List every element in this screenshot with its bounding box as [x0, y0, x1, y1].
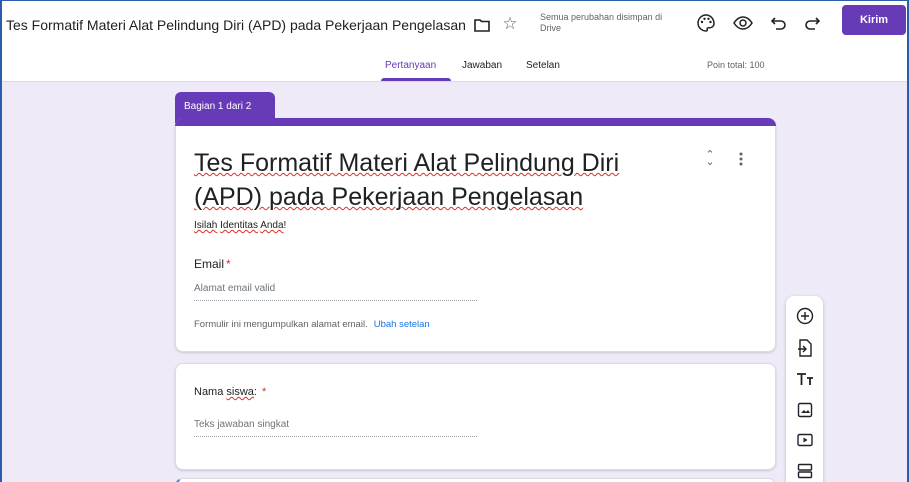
- add-title-icon[interactable]: [795, 369, 814, 388]
- folder-icon[interactable]: [473, 17, 491, 33]
- add-section-icon[interactable]: [795, 461, 814, 480]
- redo-icon[interactable]: [801, 12, 823, 34]
- tab-settings[interactable]: Setelan: [526, 60, 560, 71]
- tab-questions[interactable]: Pertanyaan: [385, 60, 436, 71]
- title-card-accent: [175, 118, 776, 126]
- email-field[interactable]: Alamat email valid: [194, 283, 477, 301]
- save-status: Semua perubahan disimpan di Drive: [540, 12, 663, 33]
- change-settings-link[interactable]: Ubah setelan: [374, 319, 430, 330]
- question-word: siswa: [226, 386, 254, 398]
- question-title[interactable]: Nama siswa: *: [194, 386, 266, 398]
- required-mark: *: [226, 257, 231, 271]
- email-note-text: Formulir ini mengumpulkan alamat email.: [194, 319, 368, 330]
- short-answer-field[interactable]: Teks jawaban singkat: [194, 419, 477, 437]
- question-word: :: [253, 386, 257, 398]
- add-video-icon[interactable]: [795, 430, 814, 449]
- tab-answers[interactable]: Jawaban: [462, 60, 502, 71]
- star-icon[interactable]: ☆: [500, 14, 520, 34]
- desc-word: !: [283, 220, 287, 231]
- form-tabs: Pertanyaan Jawaban Setelan Poin total: 1…: [0, 60, 909, 82]
- add-question-icon[interactable]: [795, 306, 814, 325]
- tab-active-indicator: [381, 78, 451, 81]
- floating-toolbar: [786, 296, 823, 482]
- app-header: Tes Formatif Materi Alat Pelindung Diri …: [0, 0, 909, 82]
- add-image-icon[interactable]: [795, 400, 814, 419]
- email-collection-note: Formulir ini mengumpulkan alamat email. U…: [194, 319, 430, 330]
- form-title-card[interactable]: Tes Formatif Materi Alat Pelindung Diri …: [175, 118, 776, 352]
- question-word: Nama: [194, 386, 224, 398]
- desc-word: Isilah: [194, 220, 218, 231]
- palette-icon[interactable]: [695, 12, 717, 34]
- required-mark: *: [262, 386, 267, 398]
- undo-icon[interactable]: [768, 12, 790, 34]
- send-button[interactable]: Kirim: [842, 5, 906, 35]
- email-label-text: Email: [194, 257, 225, 271]
- form-title[interactable]: Tes Formatif Materi Alat Pelindung Diri …: [194, 146, 654, 214]
- desc-word: Identitas: [220, 220, 258, 231]
- points-total: Poin total: 100: [707, 60, 765, 70]
- desc-word: Anda: [260, 220, 284, 231]
- email-label: Email *: [194, 257, 231, 271]
- more-vert-icon[interactable]: [739, 152, 749, 168]
- eye-icon[interactable]: [732, 12, 754, 34]
- form-description[interactable]: Isilah Identitas Anda!: [194, 220, 286, 231]
- import-questions-icon[interactable]: [795, 338, 814, 357]
- question-card[interactable]: Nama siswa: * Teks jawaban singkat: [175, 363, 776, 470]
- next-question-card[interactable]: [175, 478, 776, 482]
- document-title[interactable]: Tes Formatif Materi Alat Pelindung Diri …: [6, 17, 466, 33]
- collapse-icon[interactable]: ⌃ ⌄: [703, 150, 717, 168]
